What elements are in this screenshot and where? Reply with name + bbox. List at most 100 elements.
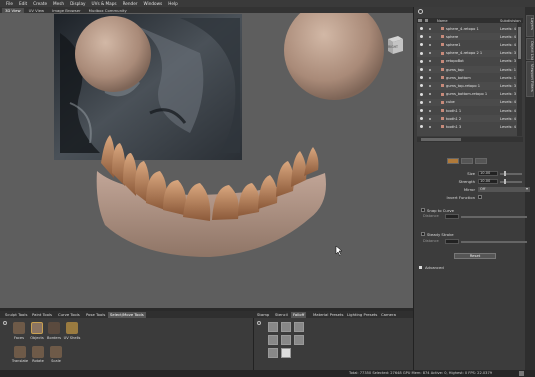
- scrollbar-thumb[interactable]: [518, 27, 521, 59]
- tab-uv-view[interactable]: UV View: [26, 8, 48, 13]
- visibility-eye-icon[interactable]: [420, 68, 423, 72]
- steady-distance-slider[interactable]: [461, 240, 527, 243]
- brush-mode-icon[interactable]: [447, 158, 459, 164]
- menu-help[interactable]: Help: [168, 1, 178, 6]
- menu-uvs-maps[interactable]: UVs & Maps: [92, 1, 117, 6]
- mirror-dropdown[interactable]: Off: [478, 187, 530, 192]
- scale-tool-icon[interactable]: [50, 346, 62, 358]
- 3d-viewport[interactable]: RIGHT: [0, 13, 413, 308]
- visibility-eye-icon[interactable]: [420, 76, 423, 80]
- steady-distance-input[interactable]: [445, 239, 459, 244]
- tab-mudbox-community[interactable]: Mudbox Community: [86, 8, 130, 13]
- lock-icon[interactable]: [429, 109, 431, 112]
- list-item[interactable]: retopoBot Levels: 3: [417, 58, 517, 65]
- faces-tool-icon[interactable]: [13, 322, 25, 334]
- visibility-eye-icon[interactable]: [420, 43, 423, 47]
- visible-col-icon[interactable]: [418, 19, 422, 22]
- lock-icon[interactable]: [429, 125, 431, 128]
- rotate-tool-icon[interactable]: [32, 346, 44, 358]
- snap-to-curve-checkbox[interactable]: [421, 208, 425, 212]
- falloff-preset-5[interactable]: [281, 335, 291, 345]
- falloff-preset-2[interactable]: [281, 322, 291, 332]
- tab-3d-view[interactable]: 3D View: [2, 7, 24, 13]
- lock-icon[interactable]: [429, 35, 431, 38]
- menu-display[interactable]: Display: [70, 1, 85, 6]
- tray-settings-icon[interactable]: [3, 321, 7, 325]
- lock-col-icon[interactable]: [425, 19, 428, 22]
- snap-distance-slider[interactable]: [461, 215, 527, 218]
- curve-mode-icon[interactable]: [461, 158, 473, 164]
- column-subdivision[interactable]: Subdivision: [500, 19, 521, 23]
- uv-shells-tool-icon[interactable]: [66, 322, 78, 334]
- lock-icon[interactable]: [429, 93, 431, 96]
- visibility-eye-icon[interactable]: [420, 109, 423, 113]
- visibility-eye-icon[interactable]: [420, 92, 423, 96]
- advanced-expand-icon[interactable]: [419, 265, 422, 269]
- mirror-chevron-down-icon[interactable]: [526, 188, 528, 190]
- falloff-preset-6[interactable]: [294, 335, 304, 345]
- lock-icon[interactable]: [429, 76, 431, 79]
- menu-mesh[interactable]: Mesh: [53, 1, 64, 6]
- panel-gear-icon[interactable]: [418, 9, 423, 14]
- strength-slider-handle[interactable]: [504, 179, 506, 184]
- visibility-eye-icon[interactable]: [420, 100, 423, 104]
- visibility-eye-icon[interactable]: [420, 117, 423, 121]
- lock-icon[interactable]: [429, 84, 431, 87]
- invert-function-checkbox[interactable]: [478, 195, 482, 199]
- list-item[interactable]: sphere_4-retopo 1 Levels: 4: [417, 25, 517, 32]
- list-item[interactable]: tooth1 2 Levels: 4: [417, 115, 517, 123]
- object-list-scrollbar[interactable]: [517, 23, 522, 136]
- visibility-eye-icon[interactable]: [420, 125, 423, 129]
- list-item[interactable]: cube Levels: 4: [417, 98, 517, 106]
- lock-icon[interactable]: [429, 117, 431, 120]
- objects-tool-icon[interactable]: [31, 322, 43, 334]
- visibility-eye-icon[interactable]: [420, 51, 423, 55]
- list-item[interactable]: tooth1 3 Levels: 4: [417, 123, 517, 130]
- lock-icon[interactable]: [429, 101, 431, 104]
- stamp-mode-icon[interactable]: [475, 158, 487, 164]
- snap-distance-input[interactable]: [445, 214, 459, 219]
- falloff-preset-1[interactable]: [268, 322, 278, 332]
- side-tab-viewport-filters[interactable]: Viewport Filters: [526, 61, 534, 97]
- steady-stroke-checkbox[interactable]: [421, 232, 425, 236]
- lock-icon[interactable]: [429, 27, 431, 30]
- falloff-preset-3[interactable]: [294, 322, 304, 332]
- object-list[interactable]: sphere_4-retopo 1 Levels: 4 sphere Levels: …: [417, 23, 517, 136]
- borders-tool-icon[interactable]: [48, 322, 60, 334]
- menu-edit[interactable]: Edit: [19, 1, 27, 6]
- size-input[interactable]: 10.00: [478, 171, 498, 176]
- size-slider-handle[interactable]: [504, 171, 506, 176]
- visibility-eye-icon[interactable]: [420, 27, 423, 31]
- list-item[interactable]: gums_top Levels: 1: [417, 66, 517, 74]
- menu-create[interactable]: Create: [33, 1, 47, 6]
- visibility-eye-icon[interactable]: [420, 59, 423, 63]
- list-item[interactable]: sphere1 Levels: 4: [417, 41, 517, 48]
- translate-tool-icon[interactable]: [14, 346, 26, 358]
- tab-image-browser[interactable]: Image Browser: [49, 8, 83, 13]
- list-item[interactable]: gums_bottom Levels: 1: [417, 74, 517, 81]
- lock-icon[interactable]: [429, 52, 431, 55]
- list-item[interactable]: gums_top-retopo 1 Levels: 3: [417, 82, 517, 90]
- falloff-preset-7[interactable]: [268, 348, 278, 358]
- list-item[interactable]: gums_bottom-retopo 1 Levels: 3: [417, 91, 517, 98]
- list-item[interactable]: sphere_4-retopo 2 1 Levels: 3: [417, 49, 517, 57]
- visibility-eye-icon[interactable]: [420, 35, 423, 39]
- falloff-settings-icon[interactable]: [257, 321, 261, 325]
- list-item[interactable]: tooth1 1 Levels: 4: [417, 107, 517, 114]
- status-icon[interactable]: [519, 371, 524, 376]
- lock-icon[interactable]: [429, 68, 431, 71]
- menu-render[interactable]: Render: [123, 1, 138, 6]
- lock-icon[interactable]: [429, 43, 431, 46]
- falloff-preset-4[interactable]: [268, 335, 278, 345]
- visibility-eye-icon[interactable]: [420, 84, 423, 88]
- falloff-preset-8[interactable]: [281, 348, 291, 358]
- menu-file[interactable]: File: [6, 1, 13, 6]
- column-name[interactable]: Name: [437, 19, 448, 23]
- list-item[interactable]: sphere Levels: 4: [417, 33, 517, 41]
- reset-button[interactable]: Reset: [454, 253, 496, 259]
- side-tab-object-list[interactable]: Object List: [526, 38, 534, 60]
- menu-windows[interactable]: Windows: [144, 1, 163, 6]
- side-tab-layers[interactable]: Layers: [526, 15, 534, 37]
- list-scroll-h[interactable]: [417, 137, 523, 142]
- lock-icon[interactable]: [429, 60, 431, 63]
